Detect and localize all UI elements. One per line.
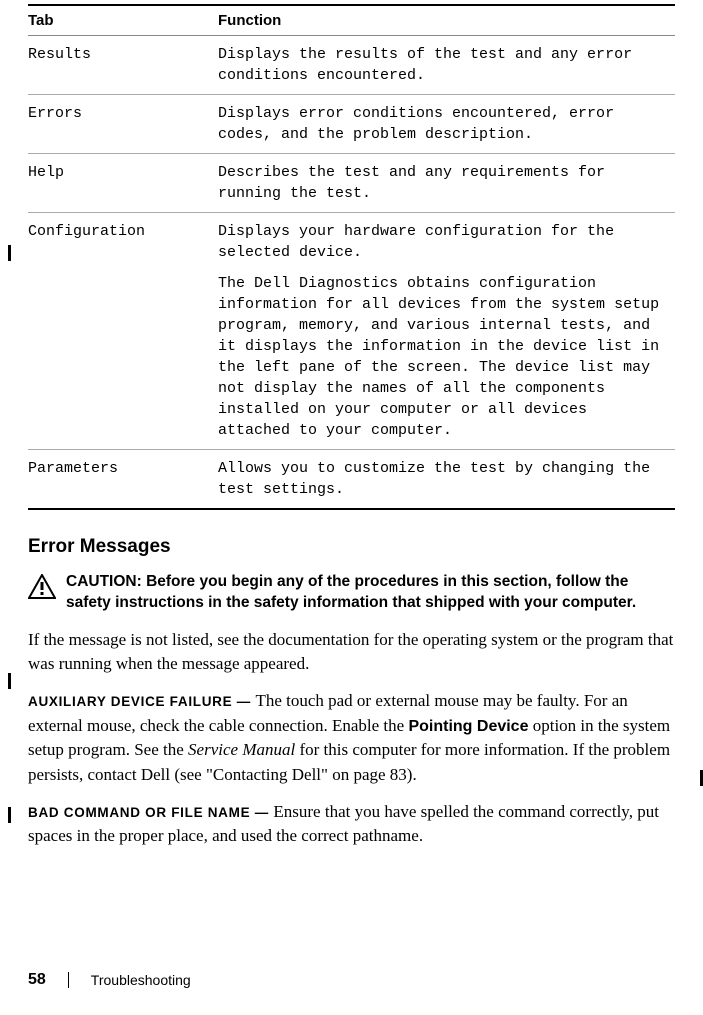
- message-italic: Service Manual: [188, 740, 295, 759]
- cell-function: Displays your hardware configuration for…: [218, 213, 675, 450]
- section-heading-error-messages: Error Messages: [28, 536, 675, 558]
- table-row: Parameters Allows you to customize the t…: [28, 450, 675, 510]
- message-auxiliary-device-failure: AUXILIARY DEVICE FAILURE — The touch pad…: [28, 689, 675, 788]
- page-footer: 58 Troubleshooting: [28, 971, 191, 989]
- cell-tab: Parameters: [28, 450, 218, 510]
- footer-section-name: Troubleshooting: [91, 972, 191, 988]
- caution-text: CAUTION: Before you begin any of the pro…: [66, 572, 675, 614]
- table-header-function: Function: [218, 5, 675, 36]
- table-row: Results Displays the results of the test…: [28, 36, 675, 95]
- tab-function-table: Tab Function Results Displays the result…: [28, 4, 675, 510]
- footer-divider: [68, 972, 69, 988]
- table-row: Errors Displays error conditions encount…: [28, 95, 675, 154]
- message-bold: Pointing Device: [408, 718, 528, 735]
- message-label: AUXILIARY DEVICE FAILURE —: [28, 694, 255, 709]
- footer-page-number: 58: [28, 971, 46, 989]
- cell-tab: Help: [28, 154, 218, 213]
- cell-tab: Errors: [28, 95, 218, 154]
- cell-tab: Results: [28, 36, 218, 95]
- table-row: Configuration Displays your hardware con…: [28, 213, 675, 450]
- message-bad-command: BAD COMMAND OR FILE NAME — Ensure that y…: [28, 800, 675, 849]
- change-bar-left-2: [8, 673, 11, 689]
- cell-function: Displays the results of the test and any…: [218, 36, 675, 95]
- change-bar-left-1: [8, 245, 11, 261]
- cell-function: Describes the test and any requirements …: [218, 154, 675, 213]
- caution-label: CAUTION:: [66, 573, 146, 590]
- caution-body: Before you begin any of the procedures i…: [66, 573, 636, 611]
- caution-block: CAUTION: Before you begin any of the pro…: [28, 572, 675, 614]
- cell-function: Allows you to customize the test by chan…: [218, 450, 675, 510]
- change-bar-left-3: [8, 807, 11, 823]
- caution-icon: [28, 574, 56, 600]
- cell-function: Displays error conditions encountered, e…: [218, 95, 675, 154]
- cell-function-p2: The Dell Diagnostics obtains configurati…: [218, 273, 667, 441]
- cell-tab: Configuration: [28, 213, 218, 450]
- intro-paragraph: If the message is not listed, see the do…: [28, 628, 675, 677]
- table-header-tab: Tab: [28, 5, 218, 36]
- message-label: BAD COMMAND OR FILE NAME —: [28, 805, 273, 820]
- cell-function-p1: Displays your hardware configuration for…: [218, 221, 667, 263]
- table-row: Help Describes the test and any requirem…: [28, 154, 675, 213]
